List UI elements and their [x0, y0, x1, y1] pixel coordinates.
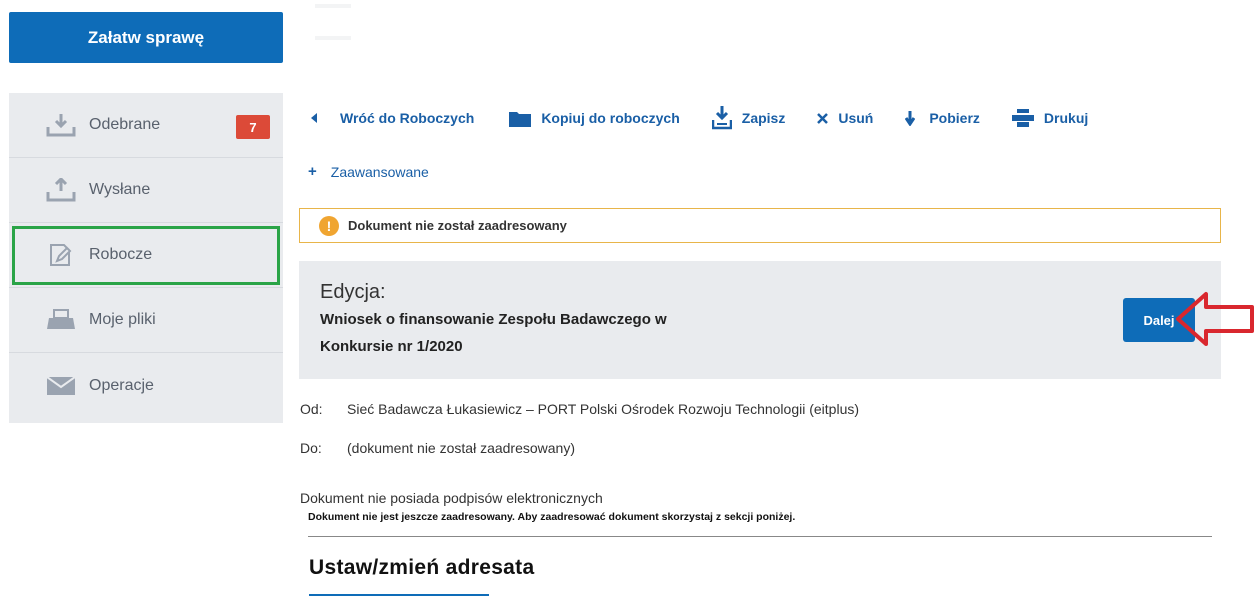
folder-icon	[509, 110, 532, 127]
alert-text: Dokument nie został zaadresowany	[348, 218, 567, 233]
back-to-drafts-link[interactable]: Wróć do Roboczych	[310, 110, 474, 126]
from-value: Sieć Badawcza Łukasiewicz – PORT Polski …	[347, 401, 860, 417]
document-title: Wniosek o finansowanie Zespołu Badawczeg…	[320, 306, 840, 360]
not-addressed-alert: ! Dokument nie został zaadresowany	[299, 208, 1221, 243]
from-row: Od: Sieć Badawcza Łukasiewicz – PORT Pol…	[300, 401, 859, 417]
caret-left-icon	[310, 113, 318, 123]
edit-title: Edycja:	[320, 281, 386, 303]
advanced-toggle[interactable]: + Zaawansowane	[308, 163, 429, 180]
download-label: Pobierz	[929, 110, 980, 126]
to-label: Do:	[300, 440, 322, 456]
warning-icon: !	[319, 215, 339, 236]
delete-label: Usuń	[838, 110, 874, 126]
print-link[interactable]: Drukuj	[1011, 109, 1089, 127]
set-recipient-heading: Ustaw/zmień adresata	[309, 556, 535, 579]
annotation-arrow-icon	[1176, 292, 1254, 346]
print-icon	[1011, 109, 1034, 127]
print-label: Drukuj	[1043, 110, 1089, 126]
back-to-drafts-label: Wróć do Roboczych	[340, 110, 475, 126]
document-title-line-1: Wniosek o finansowanie Zespołu Badawczeg…	[320, 311, 667, 328]
envelope-icon	[43, 372, 79, 400]
arrow-down-icon	[905, 110, 916, 126]
advanced-label: Zaawansowane	[330, 163, 429, 180]
document-title-line-2: Konkursie nr 1/2020	[320, 338, 463, 355]
save-label: Zapisz	[741, 110, 786, 126]
handle-matter-button[interactable]: Załatw sprawę	[9, 12, 283, 63]
address-note: Dokument nie jest jeszcze zaadresowany. …	[308, 511, 796, 523]
sidebar-item-label: Robocze	[89, 246, 153, 263]
faint-placeholder-icon	[315, 4, 351, 40]
close-icon	[817, 112, 829, 124]
sidebar-item-label: Moje pliki	[89, 311, 156, 328]
edit-panel: Edycja: Wniosek o finansowanie Zespołu B…	[299, 261, 1221, 379]
save-download-icon	[711, 106, 732, 130]
sidebar-item-my-files[interactable]: Moje pliki	[9, 288, 283, 353]
edit-document-icon	[43, 241, 79, 269]
download-link[interactable]: Pobierz	[905, 110, 980, 126]
sidebar: Odebrane 7 Wysłane Robocze Moje pliki Op…	[9, 93, 283, 423]
divider	[308, 536, 1212, 537]
sidebar-item-label: Odebrane	[89, 116, 161, 133]
sidebar-item-received[interactable]: Odebrane 7	[9, 93, 283, 158]
to-value: (dokument nie został zaadresowany)	[347, 440, 576, 456]
copy-to-drafts-label: Kopiuj do roboczych	[541, 110, 680, 126]
upload-tray-icon	[43, 176, 79, 204]
download-tray-icon	[43, 111, 79, 139]
delete-link[interactable]: Usuń	[817, 110, 873, 126]
sidebar-item-sent[interactable]: Wysłane	[9, 158, 283, 223]
document-toolbar: Wróć do Roboczych Kopiuj do roboczych Za…	[310, 103, 1120, 133]
save-link[interactable]: Zapisz	[711, 106, 786, 130]
section-underline	[309, 594, 489, 596]
from-label: Od:	[300, 401, 323, 417]
signatures-status: Dokument nie posiada podpisów elektronic…	[300, 490, 603, 506]
sidebar-item-drafts[interactable]: Robocze	[9, 223, 283, 288]
file-tray-icon	[43, 306, 79, 334]
sidebar-item-operations[interactable]: Operacje	[9, 353, 283, 418]
copy-to-drafts-link[interactable]: Kopiuj do roboczych	[509, 110, 680, 127]
plus-icon: +	[308, 163, 317, 180]
unread-count-badge: 7	[236, 115, 270, 139]
to-row: Do: (dokument nie został zaadresowany)	[300, 440, 575, 456]
sidebar-item-label: Operacje	[89, 376, 154, 394]
sidebar-item-label: Wysłane	[89, 181, 151, 198]
